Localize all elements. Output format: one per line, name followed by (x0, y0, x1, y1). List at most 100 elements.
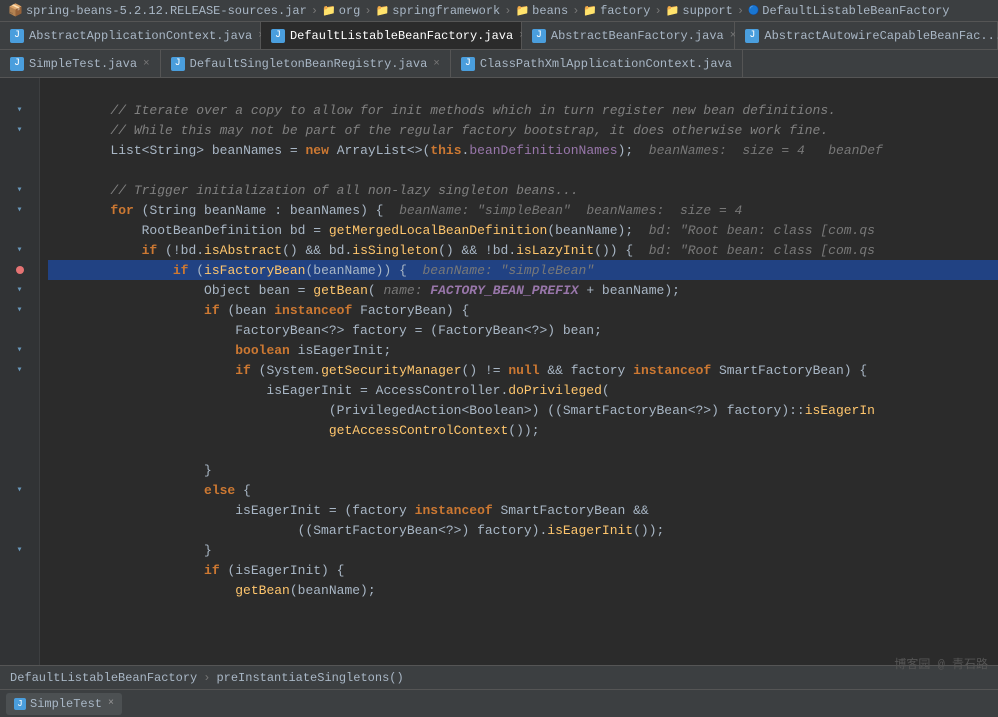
breadcrumb-beans[interactable]: beans (515, 4, 568, 18)
gutter-12 (0, 320, 39, 340)
gutter-20: ▾ (0, 480, 39, 500)
code-11-1 (48, 283, 204, 298)
fold-icon-8[interactable]: ▾ (16, 344, 22, 356)
code-line-7: for (String beanName : beanNames) { bean… (48, 200, 998, 220)
fold-icon-7[interactable]: ▾ (16, 304, 22, 316)
bottom-tab-bar: J SimpleTest × (0, 689, 998, 717)
code-editor[interactable]: // Iterate over a copy to allow for init… (40, 78, 998, 665)
code-11-2: bean = (251, 283, 313, 298)
comment-3: work fine. (742, 123, 828, 138)
code-line-17: (PrivilegedAction<Boolean>) ((SmartFacto… (48, 400, 998, 420)
java-icon-7: J (461, 57, 475, 71)
code-7-1 (48, 203, 110, 218)
tab-abstract-bean-factory[interactable]: J AbstractBeanFactory.java × (522, 22, 735, 49)
code-15-4: () != (462, 363, 509, 378)
code-8-type: RootBeanDefinition (142, 223, 282, 238)
code-line-4: List<String> beanNames = new ArrayList<>… (48, 140, 998, 160)
code-line-26: getBean(beanName); (48, 580, 998, 600)
code-11-type: Object (204, 283, 251, 298)
java-icon-6: J (171, 57, 185, 71)
fold-icon-1[interactable]: ▾ (16, 104, 22, 116)
breadcrumb-sep-2: › (504, 4, 511, 18)
gutter-8 (0, 220, 39, 240)
fold-icon-11[interactable]: ▾ (16, 544, 22, 556)
close-tab-6[interactable]: × (433, 58, 440, 70)
bottom-breadcrumb-sep: › (203, 671, 210, 685)
code-line-6: // Trigger initialization of all non-laz… (48, 180, 998, 200)
code-8-3: (beanName); (547, 223, 648, 238)
tab-bar-row1: J AbstractApplicationContext.java × J De… (0, 22, 998, 50)
breadcrumb-factory[interactable]: factory (583, 4, 650, 18)
code-4-5: . (462, 143, 470, 158)
code-10-1 (48, 263, 173, 278)
breadcrumb-springframework[interactable]: springframework (376, 4, 501, 18)
code-line-10: if (isFactoryBean(beanName)) { beanName:… (48, 260, 998, 280)
code-15-if: if (235, 363, 251, 378)
gutter-21 (0, 500, 39, 520)
code-22-instanceof: instanceof (415, 503, 493, 518)
tab-default-singleton[interactable]: J DefaultSingletonBeanRegistry.java × (161, 50, 451, 77)
code-21-2: { (235, 483, 251, 498)
fold-icon-2[interactable]: ▾ (16, 124, 22, 136)
breadcrumb-support[interactable]: support (666, 4, 733, 18)
code-22-2: SmartFactoryBean && (493, 503, 649, 518)
tab-abstract-app-context[interactable]: J AbstractApplicationContext.java × (0, 22, 261, 49)
comment-1: // Iterate over a copy to allow for init… (48, 103, 836, 118)
code-22-1: isEagerInit = (factory (48, 503, 415, 518)
tab-label-2: DefaultListableBeanFactory.java (290, 29, 513, 43)
tab-label-5: SimpleTest.java (29, 57, 137, 71)
gutter-26 (0, 600, 39, 620)
code-12-instanceof: instanceof (274, 303, 352, 318)
code-26-1 (48, 583, 235, 598)
tab-classpath-xml[interactable]: J ClassPathXmlApplicationContext.java (451, 50, 743, 77)
tab-simple-test[interactable]: J SimpleTest.java × (0, 50, 161, 77)
code-line-15: if (System.getSecurityManager() != null … (48, 360, 998, 380)
code-7-for: for (110, 203, 133, 218)
bottom-tab-close[interactable]: × (108, 698, 114, 709)
code-11-name: name: (383, 283, 430, 298)
tab-label-4: AbstractAutowireCapableBeanFac... (764, 29, 998, 43)
code-9-5: () && !bd. (438, 243, 516, 258)
code-4-this: this (430, 143, 461, 158)
fold-icon-10[interactable]: ▾ (16, 484, 22, 496)
code-10-2: ( (188, 263, 204, 278)
code-25-if: if (204, 563, 220, 578)
code-4-2: < (142, 143, 150, 158)
code-line-12: if (bean instanceof FactoryBean) { (48, 300, 998, 320)
breadcrumb-org[interactable]: org (322, 4, 360, 18)
code-9-m1: isAbstract (204, 243, 282, 258)
fold-icon-6[interactable]: ▾ (16, 284, 22, 296)
close-tab-5[interactable]: × (143, 58, 150, 70)
code-9-if: if (142, 243, 158, 258)
code-line-13: FactoryBean<?> factory = (FactoryBean<?>… (48, 320, 998, 340)
tab-label-3: AbstractBeanFactory.java (551, 29, 724, 43)
code-line-20: } (48, 460, 998, 480)
bottom-breadcrumb: DefaultListableBeanFactory › preInstanti… (0, 665, 998, 689)
code-4-6: ); (618, 143, 649, 158)
breakpoint-dot[interactable] (16, 266, 24, 274)
code-line-9: if (!bd.isAbstract() && bd.isSingleton()… (48, 240, 998, 260)
code-11-4: + beanName); (579, 283, 680, 298)
gutter-1 (0, 80, 39, 100)
code-14-2: isEagerInit; (290, 343, 391, 358)
fold-icon-5[interactable]: ▾ (16, 244, 22, 256)
fold-icon-4[interactable]: ▾ (16, 204, 22, 216)
fold-icon-3[interactable]: ▾ (16, 184, 22, 196)
gutter-11: ▾ (0, 300, 39, 320)
code-17-1: (PrivilegedAction<Boolean>) ((SmartFacto… (48, 403, 805, 418)
fold-icon-9[interactable]: ▾ (16, 364, 22, 376)
code-4-field: beanDefinitionNames (469, 143, 617, 158)
bottom-breadcrumb-method[interactable]: preInstantiateSingletons() (216, 671, 403, 685)
bottom-breadcrumb-class[interactable]: DefaultListableBeanFactory (10, 671, 197, 685)
breadcrumb-sep-4: › (655, 4, 662, 18)
gutter-4 (0, 140, 39, 160)
bottom-tab-simple-test[interactable]: J SimpleTest × (6, 693, 122, 715)
gutter-dot (0, 260, 39, 280)
tab-default-listable[interactable]: J DefaultListableBeanFactory.java × (261, 22, 522, 49)
gutter-22 (0, 520, 39, 540)
breadcrumb-class[interactable]: DefaultListableBeanFactory (748, 4, 949, 18)
breadcrumb-sep-3: › (572, 4, 579, 18)
code-8-method: getMergedLocalBeanDefinition (329, 223, 547, 238)
code-23-2: ()); (633, 523, 664, 538)
tab-abstract-autowire[interactable]: J AbstractAutowireCapableBeanFac... (735, 22, 998, 49)
